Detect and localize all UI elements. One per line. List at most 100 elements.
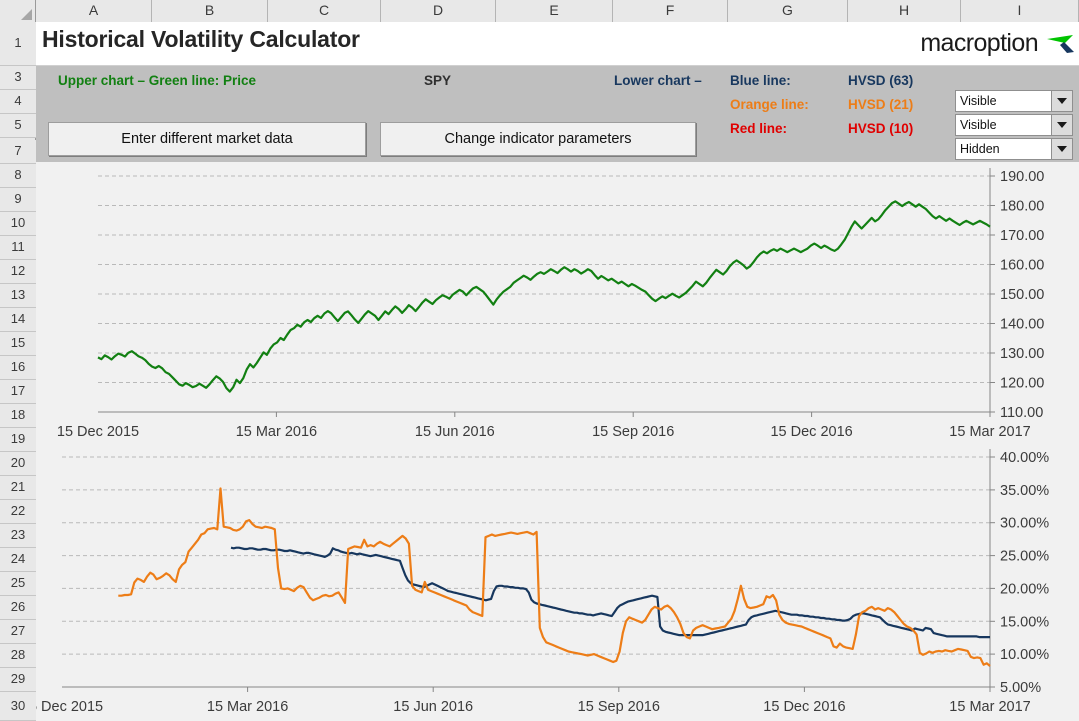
row-header-23[interactable]: 23: [0, 524, 36, 548]
x-tick-label: 15 Dec 2015: [57, 424, 139, 440]
column-header-g[interactable]: G: [728, 0, 848, 22]
upper-chart-label: Upper chart – Green line: Price: [58, 73, 257, 88]
orange-line-value: HVSD (21): [848, 97, 914, 112]
y-tick-label: 180.00: [1000, 199, 1044, 215]
row-header-25[interactable]: 25: [0, 572, 36, 596]
lower-hvsd-chart-svg: 5.00% 10.00% 15.00% 20.00% 25.00% 30.00% 35.00…: [36, 449, 1049, 715]
x-tick-label: 15 Mar 2016: [207, 699, 288, 715]
blue-line-value: HVSD (63): [848, 73, 914, 88]
row-header-9[interactable]: 9: [0, 188, 36, 212]
x-tick-label: 15 Mar 2017: [949, 424, 1030, 440]
y-tick-label: 15.00%: [1000, 614, 1049, 630]
x-tick-label: 15 Jun 2016: [393, 699, 473, 715]
excel-sheet: ABCDEFGHI 1 3 4 5 7 8 9 10 11 12 13 14 15 16 17 18 19 20 2…: [0, 0, 1079, 721]
column-header-a[interactable]: A: [36, 0, 152, 22]
row-header-5[interactable]: 5: [0, 114, 36, 138]
red-line-value: HVSD (10): [848, 121, 914, 136]
orange-visibility-dropdown[interactable]: Visible: [955, 114, 1073, 136]
x-tick-label: 15 Sep 2016: [578, 699, 660, 715]
change-indicator-parameters-button[interactable]: Change indicator parameters: [380, 122, 696, 156]
x-tick-label: 15 Dec 2016: [770, 424, 852, 440]
row-header-strip: 1 3 4 5 7 8 9 10 11 12 13 14 15 16 17 18 19 20 21 22 23 24 25 2…: [0, 22, 36, 721]
row-header-21[interactable]: 21: [0, 476, 36, 500]
lower-hvsd-chart: 5.00% 10.00% 15.00% 20.00% 25.00% 30.00% 35.00…: [36, 447, 1079, 721]
column-header-b[interactable]: B: [152, 0, 268, 22]
column-header-h[interactable]: H: [848, 0, 961, 22]
page-title: Historical Volatility Calculator: [42, 26, 360, 52]
orange-visibility-value: Visible: [960, 118, 997, 132]
row-header-3[interactable]: 3: [0, 66, 36, 90]
y-tick-label: 5.00%: [1000, 680, 1041, 696]
y-tick-label: 140.00: [1000, 317, 1044, 333]
x-tick-label: 15 Jun 2016: [415, 424, 495, 440]
x-tick-label: 15 Mar 2017: [949, 699, 1030, 715]
upper-price-chart-svg: 110.00 120.00 130.00 140.00 150.00 160.00 170.…: [57, 168, 1044, 440]
row-header-18[interactable]: 18: [0, 404, 36, 428]
column-header-d[interactable]: D: [381, 0, 496, 22]
row-header-10[interactable]: 10: [0, 212, 36, 236]
row-header-20[interactable]: 20: [0, 452, 36, 476]
macroption-mark-icon: [1045, 33, 1075, 55]
select-all-corner[interactable]: [0, 0, 36, 22]
x-tick-label: 15 Dec 2015: [36, 699, 103, 715]
row-header-15[interactable]: 15: [0, 332, 36, 356]
brand-logo: macroption: [920, 29, 1075, 58]
y-tick-label: 170.00: [1000, 228, 1044, 244]
upper-price-chart: 110.00 120.00 130.00 140.00 150.00 160.00 170.…: [36, 162, 1079, 447]
row-header-29[interactable]: 29: [0, 668, 36, 692]
row-header-7[interactable]: 7: [0, 140, 36, 164]
y-tick-label: 190.00: [1000, 169, 1044, 185]
row-header-30[interactable]: 30: [0, 692, 36, 721]
x-tick-label: 15 Mar 2016: [236, 424, 317, 440]
enter-market-data-button[interactable]: Enter different market data: [48, 122, 366, 156]
column-header-e[interactable]: E: [496, 0, 613, 22]
column-header-strip: ABCDEFGHI: [0, 0, 1079, 22]
control-band: Upper chart – Green line: Price SPY Lowe…: [36, 66, 1079, 162]
row-header-1[interactable]: 1: [0, 22, 36, 66]
row-header-8[interactable]: 8: [0, 164, 36, 188]
red-visibility-dropdown[interactable]: Hidden: [955, 138, 1073, 160]
row-header-14[interactable]: 14: [0, 308, 36, 332]
brand-logo-text: macroption: [920, 29, 1038, 57]
y-tick-label: 30.00%: [1000, 516, 1049, 532]
y-tick-label: 150.00: [1000, 287, 1044, 303]
column-header-f[interactable]: F: [613, 0, 728, 22]
x-tick-label: 15 Dec 2016: [763, 699, 845, 715]
y-tick-label: 35.00%: [1000, 483, 1049, 499]
row-header-12[interactable]: 12: [0, 260, 36, 284]
y-tick-label: 10.00%: [1000, 647, 1049, 663]
column-header-i[interactable]: I: [961, 0, 1079, 22]
series-hvsd-21-: [118, 487, 991, 667]
blue-visibility-value: Visible: [960, 94, 997, 108]
row-header-16[interactable]: 16: [0, 356, 36, 380]
blue-visibility-dropdown[interactable]: Visible: [955, 90, 1073, 112]
row-header-26[interactable]: 26: [0, 596, 36, 620]
row-header-19[interactable]: 19: [0, 428, 36, 452]
series-price: [97, 200, 991, 393]
x-tick-label: 15 Sep 2016: [592, 424, 674, 440]
row-header-24[interactable]: 24: [0, 548, 36, 572]
y-tick-label: 25.00%: [1000, 549, 1049, 565]
chevron-down-icon[interactable]: [1051, 139, 1072, 159]
chevron-down-icon[interactable]: [1051, 115, 1072, 135]
row-header-11[interactable]: 11: [0, 236, 36, 260]
row-header-13[interactable]: 13: [0, 284, 36, 308]
y-tick-label: 130.00: [1000, 346, 1044, 362]
y-tick-label: 120.00: [1000, 376, 1044, 392]
chevron-down-icon[interactable]: [1051, 91, 1072, 111]
y-tick-label: 40.00%: [1000, 450, 1049, 466]
row-header-22[interactable]: 22: [0, 500, 36, 524]
column-header-c[interactable]: C: [268, 0, 381, 22]
row-header-28[interactable]: 28: [0, 644, 36, 668]
y-tick-label: 160.00: [1000, 258, 1044, 274]
y-tick-label: 110.00: [1000, 405, 1043, 421]
row-header-17[interactable]: 17: [0, 380, 36, 404]
y-tick-label: 20.00%: [1000, 581, 1049, 597]
symbol-label: SPY: [424, 73, 452, 88]
lower-chart-label: Lower chart –: [614, 73, 702, 88]
sheet-body: Historical Volatility Calculator macropt…: [36, 22, 1079, 721]
row-header-4[interactable]: 4: [0, 90, 36, 114]
red-visibility-value: Hidden: [960, 142, 1000, 156]
row-header-27[interactable]: 27: [0, 620, 36, 644]
title-band: Historical Volatility Calculator macropt…: [36, 22, 1079, 66]
